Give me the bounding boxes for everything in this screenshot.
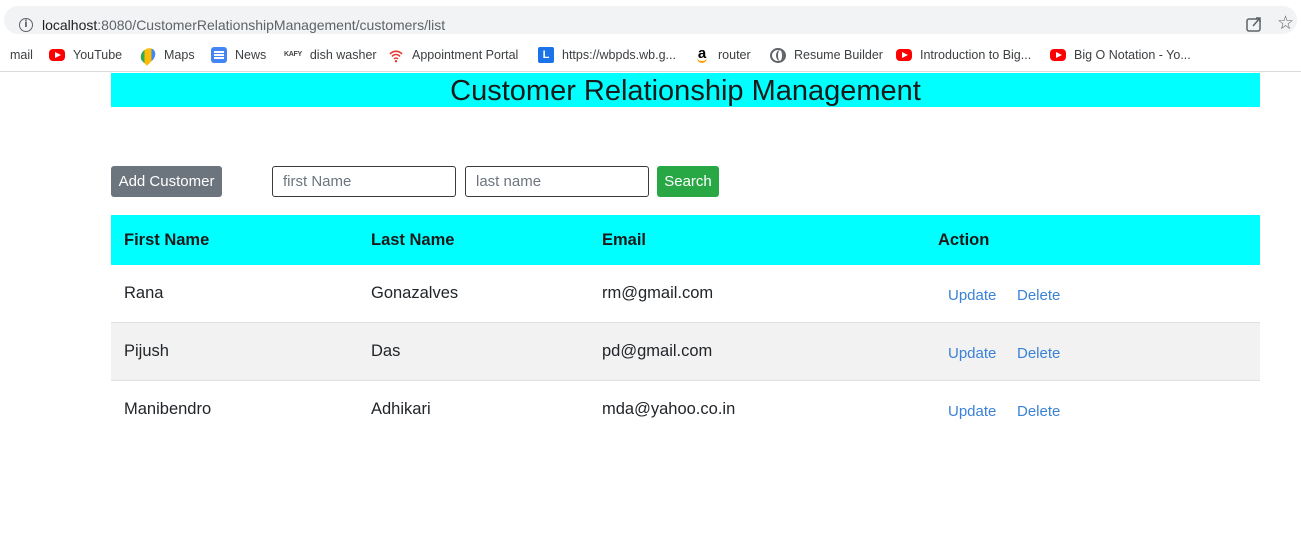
bookmark-wbpds[interactable]: L https://wbpds.wb.g... [538, 46, 676, 64]
table-row: Rana Gonazalves rm@gmail.com Update Dele… [111, 265, 1260, 323]
last-name-input[interactable] [465, 166, 649, 197]
delete-link[interactable]: Delete [1017, 345, 1060, 362]
update-link[interactable]: Update [948, 403, 996, 420]
url-text[interactable]: localhost:8080/CustomerRelationshipManag… [42, 17, 445, 33]
youtube-icon [49, 49, 65, 61]
bookmark-star-icon[interactable]: ☆ [1277, 13, 1294, 33]
bookmark-router[interactable]: a router [694, 46, 751, 64]
kafy-icon: KAFY [284, 51, 302, 58]
bookmark-resume-builder[interactable]: Resume Builder [770, 46, 883, 64]
bookmark-label: YouTube [73, 48, 123, 62]
bookmark-maps[interactable]: Maps [137, 44, 195, 66]
table-row: Pijush Das pd@gmail.com Update Delete [111, 323, 1260, 381]
last-name-cell: Adhikari [371, 400, 431, 418]
globe-icon [770, 47, 786, 63]
share-icon[interactable] [1245, 15, 1263, 33]
table-header: First Name Last Name Email Action [111, 215, 1260, 265]
update-link[interactable]: Update [948, 287, 996, 304]
youtube-icon [1050, 49, 1066, 61]
add-customer-button[interactable]: Add Customer [111, 166, 222, 197]
bookmark-news[interactable]: News [211, 46, 266, 64]
bookmark-label: dish washer [309, 48, 377, 62]
bookmark-label: Resume Builder [794, 48, 883, 62]
bookmark-label: Introduction to Big... [920, 48, 1032, 62]
bookmark-label: router [718, 48, 751, 62]
bookmark-label: mail [10, 48, 33, 62]
email-cell: pd@gmail.com [602, 342, 713, 360]
bookmark-appointment-portal[interactable]: Appointment Portal [388, 46, 518, 64]
first-name-cell: Manibendro [124, 400, 212, 418]
l-icon: L [538, 47, 554, 63]
column-header-action: Action [938, 231, 990, 249]
browser-address-bar: i localhost:8080/CustomerRelationshipMan… [0, 0, 1301, 38]
bookmark-big-o-notation[interactable]: Big O Notation - Yo... [1050, 46, 1191, 64]
delete-link[interactable]: Delete [1017, 287, 1060, 304]
email-cell: mda@yahoo.co.in [602, 400, 736, 418]
news-icon [211, 47, 227, 63]
page-title: Customer Relationship Management [111, 73, 1260, 107]
bookmarks-bar: mail YouTube Maps News KAFY dish washer … [0, 38, 1301, 72]
bookmark-label: https://wbpds.wb.g... [562, 48, 676, 62]
delete-link[interactable]: Delete [1017, 403, 1060, 420]
first-name-input[interactable] [272, 166, 456, 197]
bookmark-introduction-to-big[interactable]: Introduction to Big... [896, 46, 1031, 64]
column-header-last-name: Last Name [371, 231, 455, 249]
first-name-cell: Rana [124, 284, 164, 302]
maps-icon [137, 44, 159, 66]
bookmark-label: Maps [164, 48, 195, 62]
email-cell: rm@gmail.com [602, 284, 714, 302]
bookmark-label: Big O Notation - Yo... [1074, 48, 1191, 62]
update-link[interactable]: Update [948, 345, 996, 362]
column-header-email: Email [602, 231, 647, 249]
last-name-cell: Das [371, 342, 401, 360]
bookmark-dish-washer[interactable]: KAFY dish washer [284, 46, 377, 64]
url-field[interactable]: i localhost:8080/CustomerRelationshipMan… [4, 6, 1297, 34]
first-name-cell: Pijush [124, 342, 169, 360]
table-row: Manibendro Adhikari mda@yahoo.co.in Upda… [111, 381, 1260, 439]
youtube-icon [896, 49, 912, 61]
bookmark-label: Appointment Portal [412, 48, 519, 62]
customers-table: First Name Last Name Email Action Rana G… [111, 215, 1260, 439]
bookmark-label: News [235, 48, 267, 62]
last-name-cell: Gonazalves [371, 284, 459, 302]
info-icon[interactable]: i [19, 18, 33, 32]
search-button[interactable]: Search [657, 166, 719, 197]
bookmark-youtube[interactable]: YouTube [49, 46, 122, 64]
signal-icon [389, 50, 403, 63]
column-header-first-name: First Name [124, 231, 210, 249]
bookmark-mail[interactable]: mail [10, 46, 33, 64]
amazon-icon: a [694, 46, 710, 63]
